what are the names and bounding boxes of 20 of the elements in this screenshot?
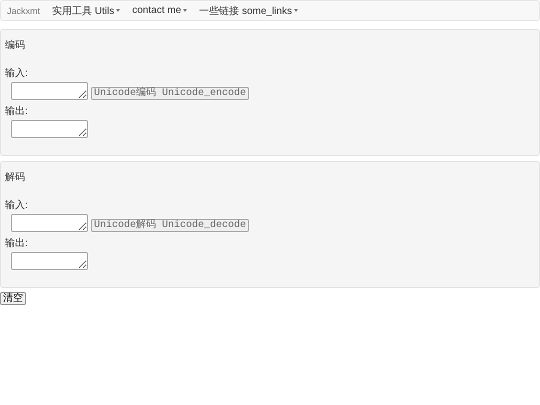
field-label: 输出: (5, 236, 29, 250)
output-field[interactable] (11, 252, 88, 270)
caret-icon (183, 9, 188, 12)
nav-menu[interactable]: 一些链接 some_links (199, 4, 298, 18)
field-label: 输入: (5, 198, 29, 212)
field-label: 输入: (5, 66, 29, 80)
convert-button[interactable]: Unicode编码 Unicode_encode (91, 87, 250, 100)
nav-menu[interactable]: 实用工具 Utils (52, 4, 120, 18)
caret-icon (116, 9, 120, 12)
panel-title: 解码 (5, 171, 26, 184)
input-field[interactable] (11, 82, 88, 100)
caret-icon (294, 9, 298, 12)
output-field[interactable] (11, 120, 88, 138)
brand-link[interactable]: Jackxmt (7, 6, 40, 16)
field-label: 输出: (5, 104, 29, 118)
nav-menu[interactable]: contact me (132, 5, 188, 16)
convert-button[interactable]: Unicode解码 Unicode_decode (91, 219, 250, 232)
panel-title: 编码 (5, 38, 26, 52)
input-field[interactable] (11, 214, 88, 232)
clear-button[interactable]: 清空 (0, 292, 26, 305)
